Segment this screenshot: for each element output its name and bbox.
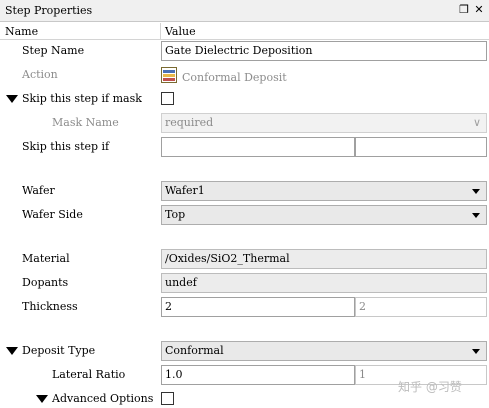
skip-if-mask-collapse-toggle[interactable]: [6, 95, 18, 103]
step-name-input[interactable]: Gate Dielectric Deposition: [161, 41, 487, 61]
dropdown-arrow-icon: [472, 213, 480, 218]
skip-if-mask-checkbox[interactable]: [161, 92, 174, 105]
wafer-value: Wafer1: [165, 184, 205, 197]
thickness-evaluated: 2: [355, 297, 487, 317]
deposit-type-value: Conformal: [165, 344, 224, 357]
dopants-field[interactable]: undef: [161, 273, 487, 293]
wafer-side-select[interactable]: Top: [161, 205, 487, 225]
wafer-label: Wafer: [22, 184, 55, 197]
action-label: Action: [22, 68, 58, 81]
wafer-side-value: Top: [165, 208, 186, 221]
header-value: Value: [165, 25, 196, 38]
lateral-ratio-label: Lateral Ratio: [52, 368, 126, 381]
material-label: Material: [22, 252, 70, 265]
skip-if-mask-label: Skip this step if mask: [22, 92, 142, 105]
mask-name-value: required: [165, 116, 214, 129]
dopants-label: Dopants: [22, 276, 69, 289]
dropdown-arrow-icon: [472, 189, 480, 194]
wafer-side-label: Wafer Side: [22, 208, 83, 221]
close-icon[interactable]: ✕: [472, 3, 486, 17]
float-icon[interactable]: ❐: [457, 3, 471, 17]
mask-name-label: Mask Name: [52, 116, 119, 129]
advanced-options-label: Advanced Options: [52, 392, 154, 405]
advanced-options-checkbox[interactable]: [161, 392, 174, 405]
action-value: Conformal Deposit: [182, 71, 287, 84]
panel-title: Step Properties: [5, 4, 93, 17]
material-field[interactable]: /Oxides/SiO2_Thermal: [161, 249, 487, 269]
thickness-label: Thickness: [22, 300, 78, 313]
deposit-type-label: Deposit Type: [22, 344, 96, 357]
header-name: Name: [5, 25, 39, 38]
deposit-type-collapse-toggle[interactable]: [6, 347, 18, 355]
conformal-deposit-icon: [161, 67, 177, 83]
column-divider[interactable]: [160, 23, 161, 40]
panel-titlebar: Step Properties ❐ ✕: [0, 0, 489, 22]
mask-name-select[interactable]: required ∨: [161, 113, 487, 133]
chevron-down-icon: ∨: [472, 116, 481, 129]
step-name-label: Step Name: [22, 44, 85, 57]
property-header: Name Value: [0, 23, 489, 40]
skip-if-input[interactable]: [161, 137, 355, 157]
dropdown-arrow-icon: [472, 349, 480, 354]
skip-if-evaluated[interactable]: [355, 137, 487, 157]
watermark: 知乎 @习赞: [398, 380, 462, 394]
wafer-select[interactable]: Wafer1: [161, 181, 487, 201]
deposit-type-select[interactable]: Conformal: [161, 341, 487, 361]
lateral-ratio-input[interactable]: 1.0: [161, 365, 355, 385]
thickness-input[interactable]: 2: [161, 297, 355, 317]
advanced-options-collapse-toggle[interactable]: [36, 395, 48, 403]
skip-if-label: Skip this step if: [22, 140, 110, 153]
